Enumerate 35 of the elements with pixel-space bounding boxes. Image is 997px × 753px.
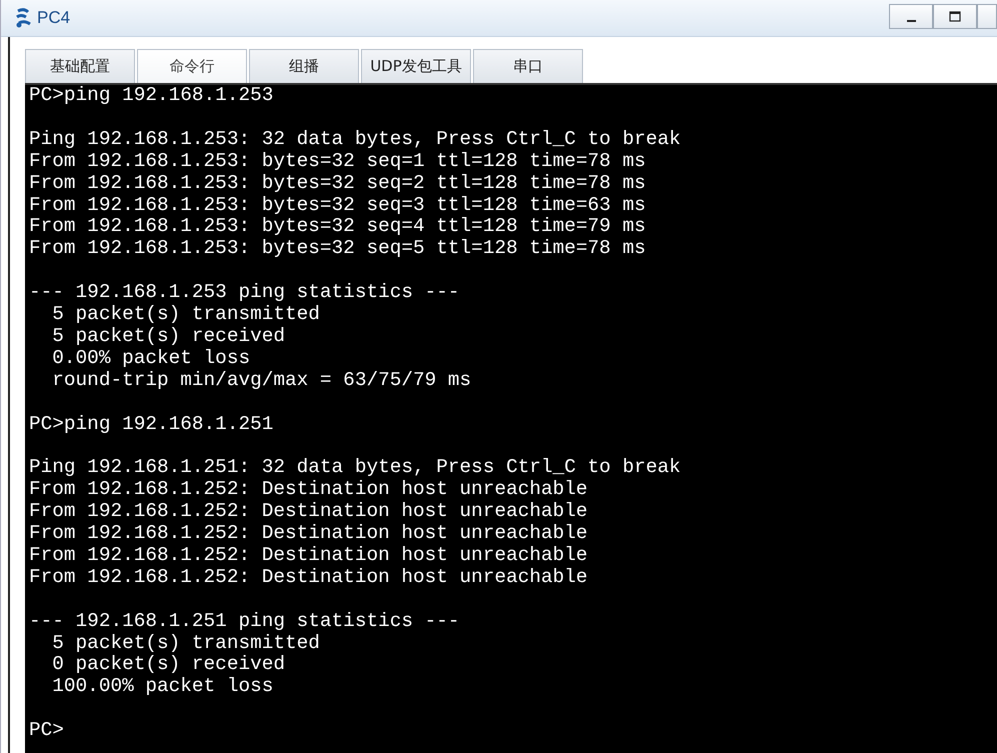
console-line: From 192.168.1.252: Destination host unreachable xyxy=(29,501,588,524)
window-title: PC4 xyxy=(37,8,70,28)
minimize-icon xyxy=(906,20,916,22)
tab[interactable]: 组播 xyxy=(249,49,359,83)
tab[interactable]: 串口 xyxy=(473,49,583,83)
console-line: 5 packet(s) transmitted xyxy=(51,304,320,326)
tab[interactable]: 基础配置 xyxy=(25,49,135,83)
console-line: 5 packet(s) transmitted xyxy=(51,632,320,654)
console-line: From 192.168.1.252: Destination host unreachable xyxy=(29,523,588,545)
console-line: 5 packet(s) received xyxy=(51,326,285,348)
console-line: From 192.168.1.252: Destination host unreachable xyxy=(29,566,588,589)
close-button[interactable] xyxy=(977,4,997,29)
maximize-icon xyxy=(949,10,961,22)
console-line: PC>ping 192.168.1.253 xyxy=(29,85,274,107)
console-line: From 192.168.1.252: Destination host unreachable xyxy=(29,544,588,567)
console-line: Ping 192.168.1.253: 32 data bytes, Press Ctrl_C to break xyxy=(29,128,681,151)
console-line: PC>ping 192.168.1.251 xyxy=(29,414,274,436)
console-line: round-trip min/avg/max = 63/75/79 ms xyxy=(51,370,472,392)
console-line: Ping 192.168.1.251: 32 data bytes, Press Ctrl_C to break xyxy=(29,457,681,480)
tab[interactable]: 命令行 xyxy=(137,49,247,83)
console-line: 100.00% packet loss xyxy=(51,676,274,698)
console-line: 0.00% packet loss xyxy=(51,348,250,370)
console-line: From 192.168.1.253: bytes=32 seq=1 ttl=128 time=78 ms xyxy=(29,150,646,173)
console-line: From 192.168.1.253: bytes=32 seq=4 ttl=128 time=79 ms xyxy=(29,216,646,238)
console-line: PC> xyxy=(29,720,64,742)
maximize-button[interactable] xyxy=(933,4,977,29)
network-device-icon xyxy=(15,8,33,28)
console-line: From 192.168.1.252: Destination host unreachable xyxy=(29,479,588,502)
console-line: From 192.168.1.253: bytes=32 seq=2 ttl=128 time=78 ms xyxy=(29,172,646,195)
console-line: From 192.168.1.253: bytes=32 seq=5 ttl=128 time=78 ms xyxy=(29,238,646,260)
console-line: From 192.168.1.253: bytes=32 seq=3 ttl=128 time=63 ms xyxy=(29,194,646,216)
tab[interactable]: UDP发包工具 xyxy=(361,49,471,83)
console-line: --- 192.168.1.253 ping statistics --- xyxy=(29,282,460,304)
console-line: --- 192.168.1.251 ping statistics --- xyxy=(29,610,460,633)
console-line: 0 packet(s) received xyxy=(51,654,285,676)
